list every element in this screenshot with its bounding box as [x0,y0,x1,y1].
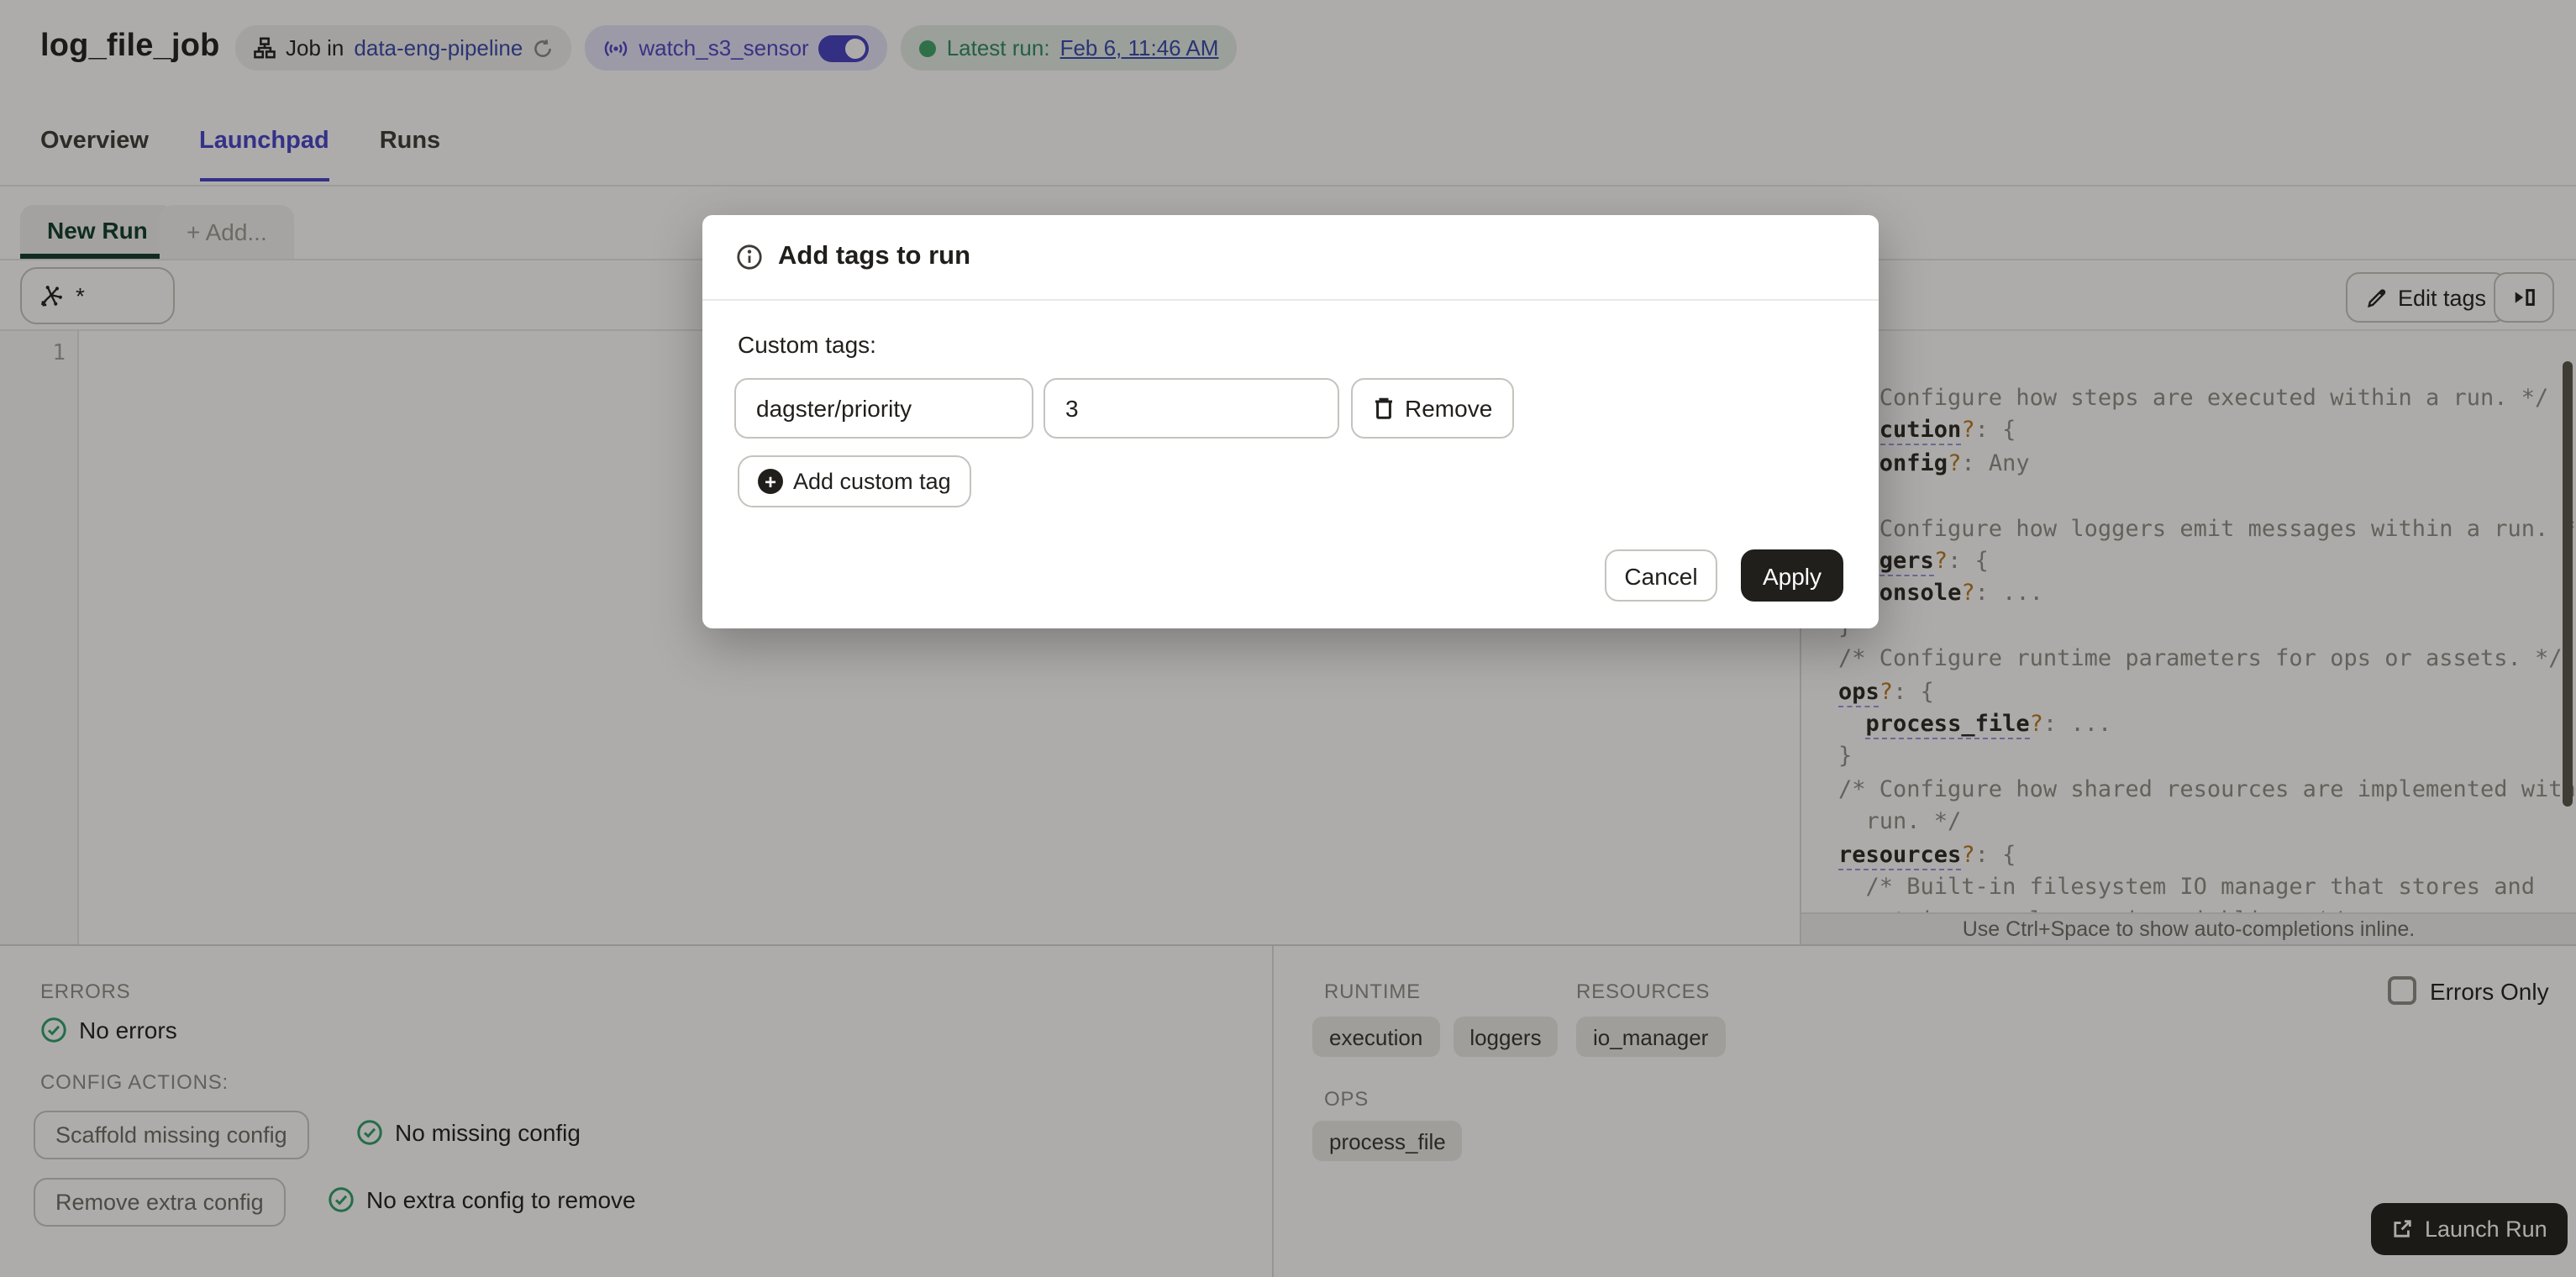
dialog-title: Add tags to run [778,242,971,271]
custom-tags-label: Custom tags: [738,331,876,358]
screen: log_file_job Job in data-eng-pipeline wa… [0,0,2576,1277]
trash-icon [1373,397,1395,420]
add-custom-tag-label: Add custom tag [793,469,951,494]
dialog-header: Add tags to run [702,215,1879,301]
cancel-button[interactable]: Cancel [1605,549,1717,602]
add-custom-tag-button[interactable]: + Add custom tag [738,455,971,507]
remove-tag-label: Remove [1405,395,1493,422]
remove-tag-button[interactable]: Remove [1351,378,1515,439]
add-tags-dialog: Add tags to run Custom tags: Remove + Ad… [702,215,1879,628]
apply-button[interactable]: Apply [1741,549,1843,602]
info-icon [736,244,763,271]
tag-key-input[interactable] [734,378,1033,439]
modal-overlay[interactable] [0,0,2576,1277]
tag-value-input[interactable] [1044,378,1339,439]
plus-circle-icon: + [758,469,783,494]
